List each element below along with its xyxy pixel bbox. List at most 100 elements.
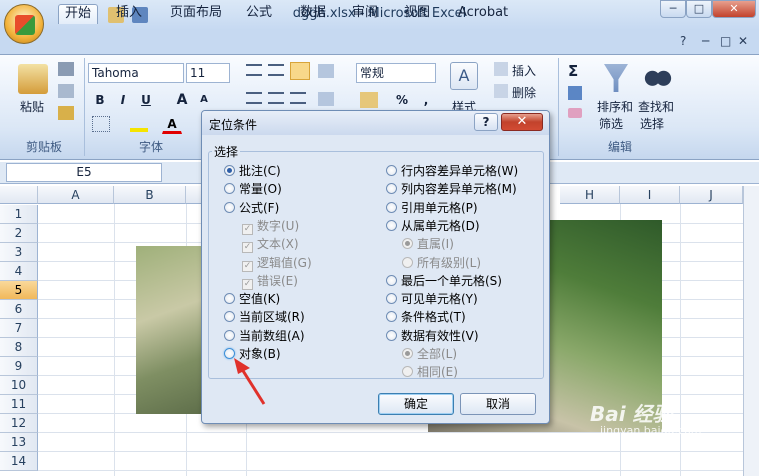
ok-button[interactable]: 确定	[378, 393, 454, 415]
row-header[interactable]: 3	[0, 243, 38, 262]
dialog-close-button[interactable]: ✕	[501, 113, 543, 131]
font-color-button[interactable]: A	[162, 114, 182, 134]
row-header[interactable]: 13	[0, 433, 38, 452]
row-header[interactable]: 9	[0, 357, 38, 376]
autosum-button[interactable]: Σ	[568, 62, 578, 80]
option-left-2[interactable]: 公式(F)	[224, 199, 279, 217]
tab-2[interactable]: 页面布局	[164, 4, 228, 24]
number-format-combo[interactable]: 常规	[356, 63, 436, 83]
option-left-0[interactable]: 批注(C)	[224, 162, 281, 180]
minimize-button[interactable]: ─	[660, 0, 686, 18]
vertical-scrollbar[interactable]	[743, 186, 759, 476]
cancel-button[interactable]: 取消	[460, 393, 536, 415]
clear-icon[interactable]	[568, 108, 582, 118]
bold-button[interactable]: B	[90, 90, 110, 110]
comma-button[interactable]: ,	[416, 90, 436, 110]
paste-button[interactable]: 粘贴	[20, 98, 44, 115]
column-header[interactable]: I	[620, 186, 680, 204]
row-header[interactable]: 1	[0, 205, 38, 224]
option-right-1[interactable]: 列内容差异单元格(M)	[386, 180, 517, 198]
row-header[interactable]: 11	[0, 395, 38, 414]
align-left-icon[interactable]	[246, 92, 262, 104]
cut-icon[interactable]	[58, 62, 74, 76]
help-button[interactable]: ?	[474, 113, 498, 131]
paste-icon[interactable]	[18, 64, 48, 94]
column-header[interactable]: J	[680, 186, 743, 204]
borders-icon[interactable]	[92, 116, 110, 132]
option-right-2[interactable]: 引用单元格(P)	[386, 199, 478, 217]
wrap-text-icon[interactable]	[318, 64, 334, 78]
ribbon-restore-icon[interactable]: □	[720, 34, 731, 48]
italic-button[interactable]: I	[113, 90, 133, 110]
find-select-icon[interactable]	[644, 64, 672, 90]
option-left-9[interactable]: 当前数组(A)	[224, 327, 305, 345]
ribbon-close-icon[interactable]: ✕	[738, 34, 748, 48]
align-center-icon[interactable]	[268, 92, 284, 104]
accounting-format-icon[interactable]	[360, 92, 378, 108]
option-right-7[interactable]: 可见单元格(Y)	[386, 290, 478, 308]
column-header[interactable]: B	[114, 186, 186, 204]
name-box[interactable]: E5	[6, 163, 162, 182]
delete-cells-icon[interactable]	[494, 84, 508, 98]
align-top-icon[interactable]	[246, 64, 262, 76]
tab-0[interactable]: 开始	[58, 4, 99, 24]
picture-object[interactable]	[136, 246, 206, 414]
insert-cells-button[interactable]: 插入	[512, 62, 536, 79]
row-header[interactable]: 8	[0, 338, 38, 357]
tab-7[interactable]: Acrobat	[452, 4, 514, 24]
styles-icon[interactable]: A	[450, 62, 478, 90]
tab-6[interactable]: 视图	[398, 4, 436, 24]
option-right-0[interactable]: 行内容差异单元格(W)	[386, 162, 518, 180]
row-header[interactable]: 10	[0, 376, 38, 395]
option-right-9[interactable]: 数据有效性(V)	[386, 327, 479, 345]
copy-icon[interactable]	[58, 84, 74, 98]
option-left-7[interactable]: 空值(K)	[224, 290, 280, 308]
font-size-combo[interactable]: 11	[186, 63, 230, 83]
ribbon-minimize-icon[interactable]: ─	[702, 34, 709, 48]
row-header[interactable]: 12	[0, 414, 38, 433]
grow-font-button[interactable]: A	[172, 90, 192, 110]
option-right-3[interactable]: 从属单元格(D)	[386, 217, 480, 235]
fill-icon[interactable]	[568, 86, 582, 100]
column-header[interactable]: H	[560, 186, 620, 204]
insert-cells-icon[interactable]	[494, 62, 508, 76]
row-header[interactable]: 7	[0, 319, 38, 338]
font-name-combo[interactable]: Tahoma	[88, 63, 184, 83]
row-header[interactable]: 5	[0, 281, 38, 300]
row-header[interactable]: 4	[0, 262, 38, 281]
underline-button[interactable]: U	[136, 90, 156, 110]
option-left-8[interactable]: 当前区域(R)	[224, 308, 305, 326]
maximize-button[interactable]: □	[686, 0, 712, 18]
office-button[interactable]	[4, 4, 44, 44]
option-right-10: 全部(L)	[402, 345, 457, 363]
shrink-font-button[interactable]: A	[194, 90, 214, 110]
column-header[interactable]: A	[38, 186, 114, 204]
find-select-label-2[interactable]: 选择	[640, 115, 664, 132]
align-middle-icon[interactable]	[268, 64, 284, 76]
sort-filter-label-1[interactable]: 排序和	[597, 98, 633, 115]
option-right-6[interactable]: 最后一个单元格(S)	[386, 272, 502, 290]
align-bottom-icon[interactable]	[290, 62, 310, 80]
option-right-8[interactable]: 条件格式(T)	[386, 308, 466, 326]
delete-cells-button[interactable]: 删除	[512, 84, 536, 101]
align-right-icon[interactable]	[290, 92, 306, 104]
tab-4[interactable]: 数据	[294, 4, 332, 24]
merge-center-icon[interactable]	[318, 92, 334, 106]
row-header[interactable]: 14	[0, 452, 38, 471]
fill-color-icon[interactable]	[130, 116, 148, 132]
row-header[interactable]: 6	[0, 300, 38, 319]
find-select-label-1[interactable]: 查找和	[638, 98, 674, 115]
tab-5[interactable]: 审阅	[346, 4, 384, 24]
format-painter-icon[interactable]	[58, 106, 74, 120]
help-icon[interactable]: ?	[680, 34, 686, 48]
sort-filter-label-2[interactable]: 筛选	[599, 115, 623, 132]
option-left-1[interactable]: 常量(O)	[224, 180, 282, 198]
tab-3[interactable]: 公式	[240, 4, 278, 24]
row-header[interactable]: 2	[0, 224, 38, 243]
select-all-corner[interactable]	[0, 186, 38, 204]
radio-icon	[386, 329, 397, 341]
option-label: 直属(I)	[417, 237, 454, 252]
tab-1[interactable]: 插入	[110, 4, 148, 24]
close-button[interactable]: ✕	[712, 0, 756, 18]
percent-button[interactable]: %	[392, 90, 412, 110]
